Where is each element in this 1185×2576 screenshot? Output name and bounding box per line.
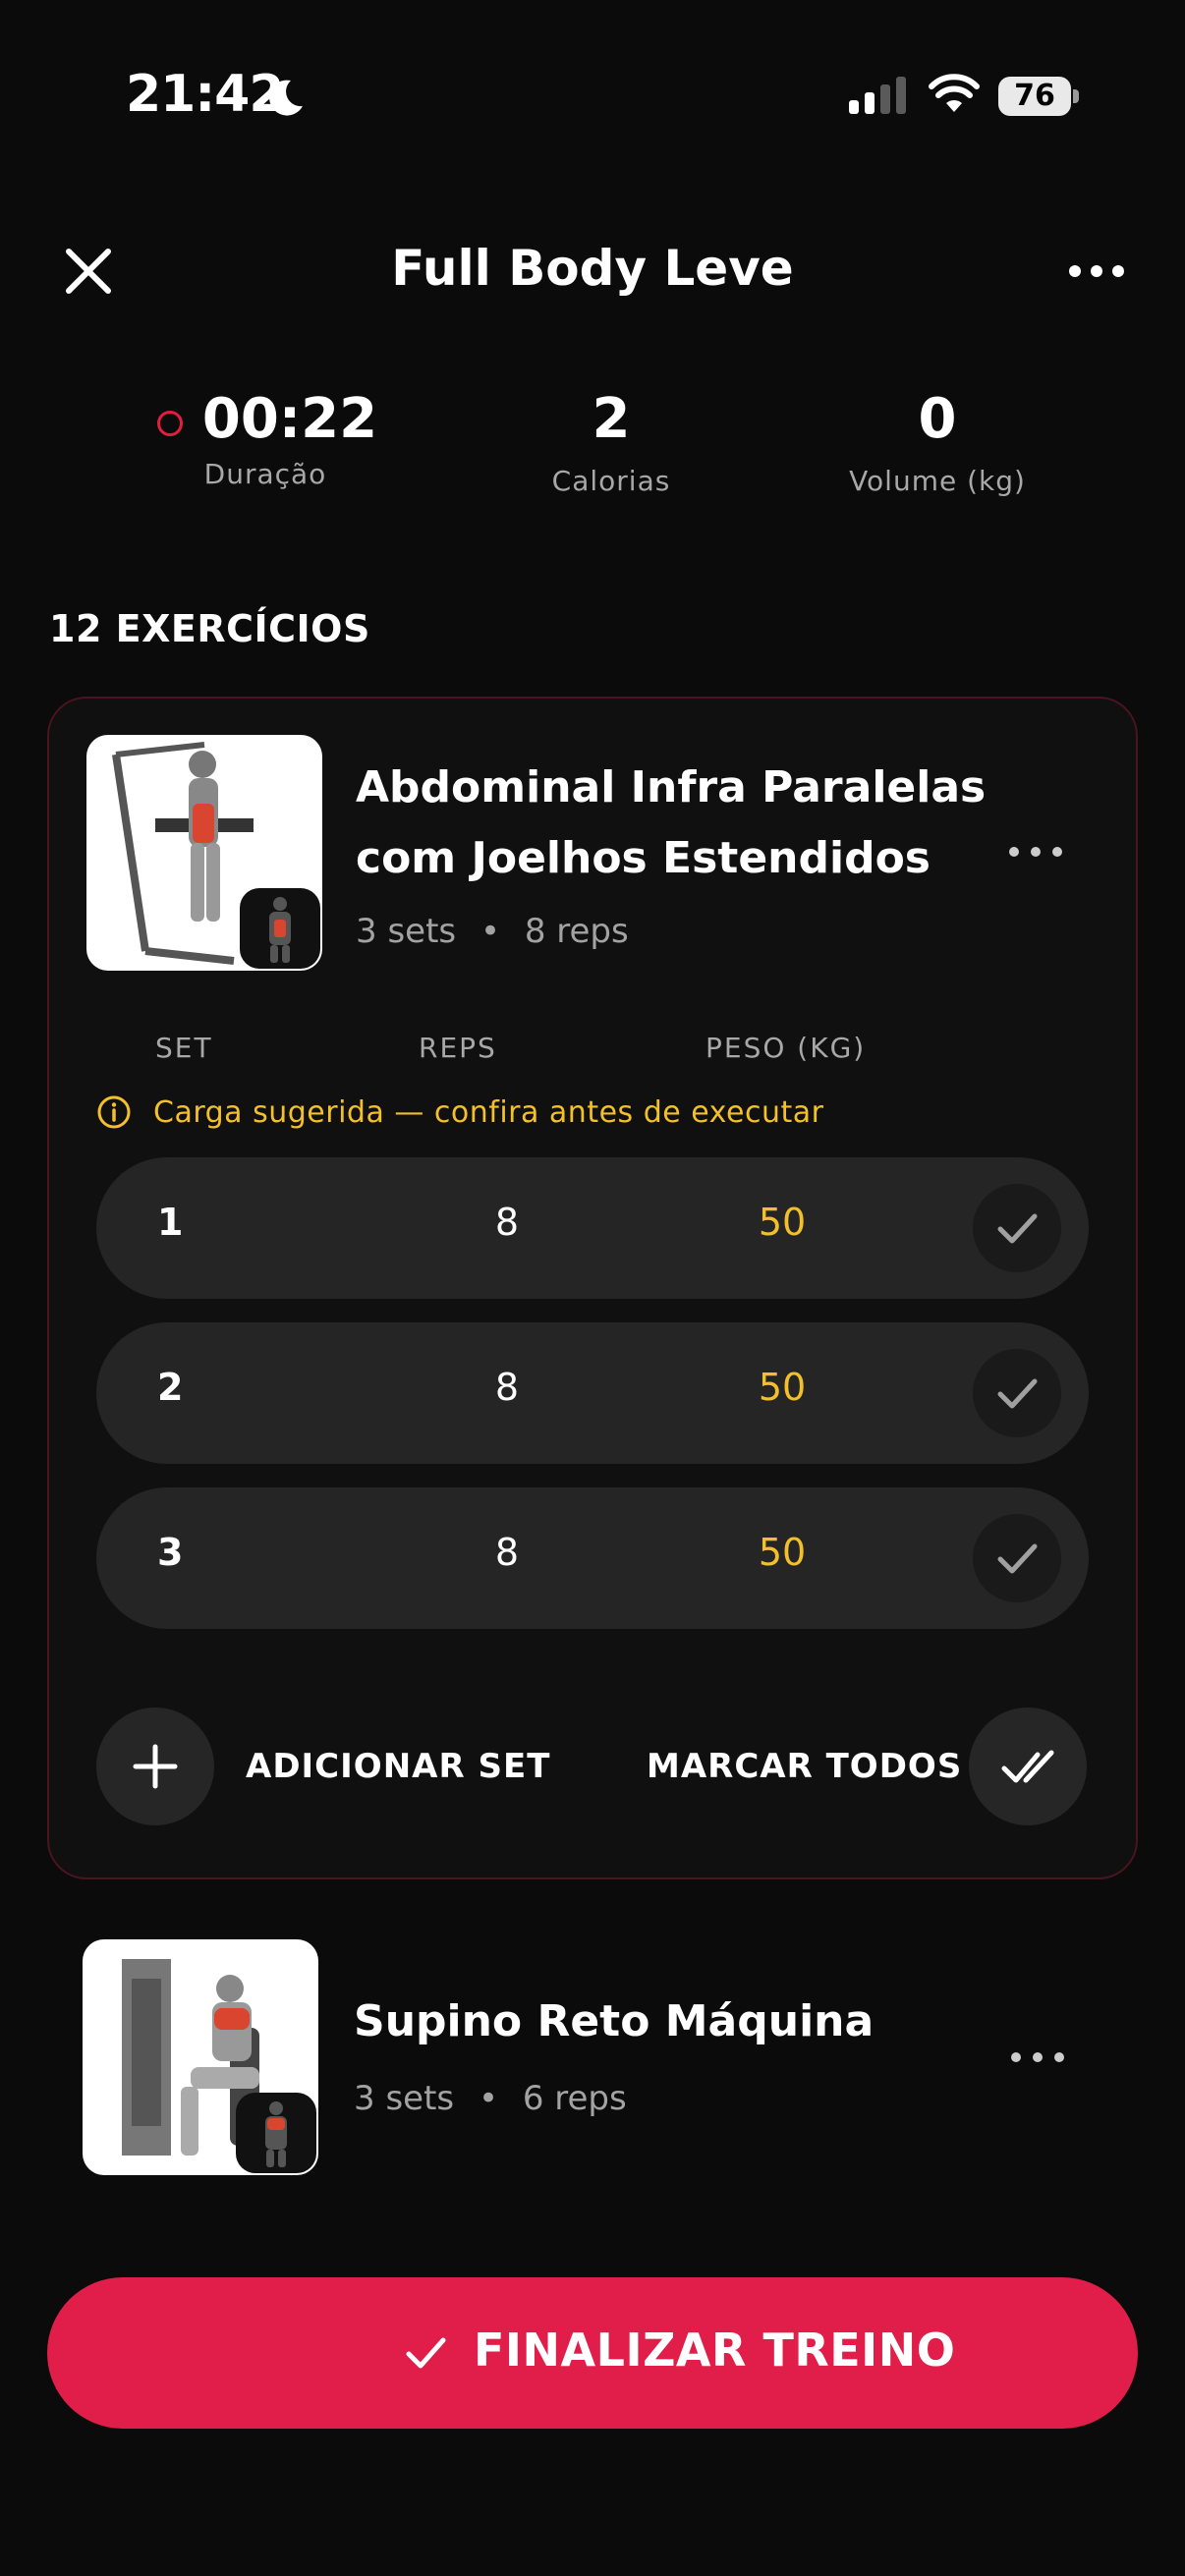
- stat-volume-label: Volume (kg): [849, 465, 1026, 497]
- check-icon: [406, 2337, 446, 2369]
- stat-duration: 00:22: [187, 387, 393, 451]
- status-time: 21:42: [126, 65, 285, 124]
- exercise-sets: 3 sets: [354, 2079, 455, 2118]
- muscle-icon: [240, 888, 320, 969]
- exercise-sets: 3 sets: [356, 912, 457, 951]
- section-title: 12 EXERCÍCIOS: [49, 607, 370, 650]
- meta-separator: •: [478, 2079, 498, 2118]
- column-header-set: SET: [155, 1032, 213, 1064]
- check-icon[interactable]: [973, 1349, 1061, 1437]
- set-number: 1: [157, 1201, 184, 1244]
- stat-calories-value: 2: [592, 387, 631, 451]
- exercise-more-icon[interactable]: [1008, 2045, 1067, 2069]
- set-row: 2 8 50: [96, 1322, 1089, 1464]
- exercise-name: Supino Reto Máquina: [354, 1996, 875, 2046]
- page-title: Full Body Leve: [391, 240, 794, 297]
- add-set-label[interactable]: ADICIONAR SET: [246, 1747, 550, 1786]
- check-icon[interactable]: [973, 1514, 1061, 1602]
- set-reps[interactable]: 8: [448, 1366, 566, 1409]
- battery-icon: 76: [998, 77, 1079, 116]
- column-header-reps: REPS: [419, 1032, 497, 1064]
- set-weight[interactable]: 50: [723, 1366, 841, 1409]
- exercise-meta: 3 sets • 6 reps: [354, 2079, 627, 2118]
- set-number: 2: [157, 1366, 184, 1409]
- recording-dot-icon: [157, 411, 183, 436]
- battery-level: 76: [1014, 79, 1055, 113]
- set-number: 3: [157, 1531, 184, 1574]
- mark-all-label[interactable]: MARCAR TODOS: [647, 1747, 962, 1786]
- exercise-reps: 6 reps: [522, 2079, 627, 2118]
- mark-all-button[interactable]: [969, 1708, 1087, 1825]
- suggested-load-hint: Carga sugerida — confira antes de execut…: [96, 1092, 823, 1132]
- column-header-weight: PESO (KG): [705, 1032, 867, 1064]
- stat-calories-label: Calorias: [551, 465, 671, 497]
- stat-volume: 0 Volume (kg): [800, 387, 1075, 497]
- stat-duration-label-wrap: Duração: [128, 458, 403, 490]
- set-row: 3 8 50: [96, 1487, 1089, 1629]
- exercise-meta: 3 sets • 8 reps: [356, 912, 629, 951]
- stat-duration-value: 00:22: [201, 387, 378, 451]
- info-icon: [97, 1095, 131, 1129]
- meta-separator: •: [480, 912, 500, 951]
- exercise-reps: 8 reps: [524, 912, 629, 951]
- wifi-icon: [929, 74, 980, 112]
- add-set-button[interactable]: [96, 1708, 214, 1825]
- stat-volume-value: 0: [918, 387, 957, 451]
- double-check-icon: [1001, 1750, 1054, 1783]
- moon-icon: [269, 80, 303, 116]
- hint-text: Carga sugerida — confira antes de execut…: [153, 1094, 824, 1130]
- exercise-name-line2: com Joelhos Estendidos: [356, 833, 931, 883]
- check-icon[interactable]: [973, 1184, 1061, 1272]
- set-row: 1 8 50: [96, 1157, 1089, 1299]
- exercise-name-line1: Abdominal Infra Paralelas: [356, 762, 987, 812]
- finish-workout-button[interactable]: FINALIZAR TREINO: [47, 2277, 1138, 2429]
- more-icon[interactable]: [1065, 252, 1128, 291]
- plus-icon: [133, 1744, 178, 1789]
- stat-calories: 2 Calorias: [474, 387, 749, 497]
- stat-duration-label: Duração: [203, 458, 327, 490]
- set-weight[interactable]: 50: [723, 1531, 841, 1574]
- finish-workout-label: FINALIZAR TREINO: [474, 2324, 956, 2377]
- set-reps[interactable]: 8: [448, 1531, 566, 1574]
- muscle-icon: [236, 2093, 316, 2173]
- set-reps[interactable]: 8: [448, 1201, 566, 1244]
- exercise-more-icon[interactable]: [1006, 840, 1065, 864]
- set-weight[interactable]: 50: [723, 1201, 841, 1244]
- signal-icon: [849, 77, 906, 114]
